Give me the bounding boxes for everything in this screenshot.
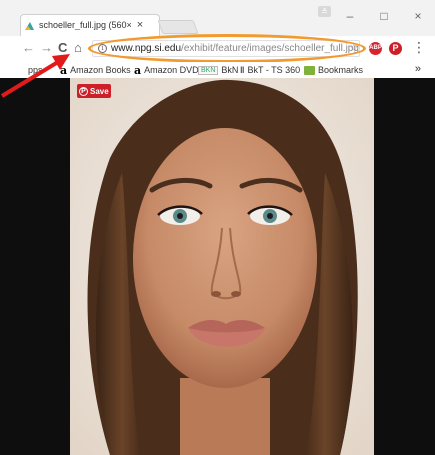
minimize-button[interactable]: –: [333, 9, 367, 23]
apps-label: pps: [28, 65, 43, 75]
profile-icon[interactable]: ≛: [318, 6, 331, 17]
bookmark-bkn[interactable]: BKN BkN: [198, 62, 238, 78]
window-controls: – □ ×: [333, 0, 435, 32]
tab-close-icon[interactable]: ×: [135, 20, 145, 31]
more-bookmarks-icon[interactable]: »: [415, 63, 421, 75]
url-path: /exhibit/feature/images/schoeller_full.j…: [181, 43, 359, 54]
bookmark-amazon-books[interactable]: a Amazon Books: [60, 62, 131, 78]
tab-title: schoeller_full.jpg (560×7: [39, 20, 131, 30]
back-icon[interactable]: ←: [22, 40, 35, 56]
amazon-icon: a: [60, 63, 68, 77]
home-icon[interactable]: ⌂: [74, 40, 82, 56]
bookmark-amazon-dvd[interactable]: a Amazon DVD: [134, 62, 199, 78]
save-label: Save: [90, 86, 109, 96]
bookmark-label: Amazon DVD: [144, 65, 199, 75]
portrait-image[interactable]: [70, 78, 374, 455]
pinterest-icon[interactable]: P: [389, 42, 402, 55]
folder-icon: [304, 65, 315, 75]
bkt-icon: ‖: [240, 65, 245, 75]
address-bar[interactable]: i www.npg.si.edu/exhibit/feature/images/…: [92, 40, 360, 57]
info-icon[interactable]: i: [98, 44, 107, 53]
pinterest-save-icon: P: [79, 86, 88, 96]
reload-icon[interactable]: C: [58, 40, 67, 56]
abp-icon[interactable]: ABP: [369, 42, 382, 55]
menu-icon[interactable]: ⋮: [412, 39, 426, 56]
bookmarks-bar: pps a Amazon Books a Amazon DVD BKN BkN …: [0, 62, 435, 78]
browser-tab-content[interactable]: schoeller_full.jpg (560×7 ×: [24, 16, 154, 34]
apps-shortcut[interactable]: pps: [28, 62, 43, 78]
url-host: www.npg.si.edu: [111, 43, 182, 54]
image-favicon-icon: [24, 20, 35, 31]
bookmark-label: Bookmarks: [318, 65, 364, 75]
close-window-button[interactable]: ×: [401, 9, 435, 23]
bookmark-label: Amazon Books: [70, 65, 131, 75]
bookmark-star-icon[interactable]: ☆: [349, 41, 359, 54]
bookmark-label: BkN: [221, 65, 239, 75]
bookmark-bkt[interactable]: ‖ BkT - TS 360: [240, 62, 300, 78]
forward-icon[interactable]: →: [40, 40, 53, 56]
bookmark-label: BkT - TS 360: [247, 65, 301, 75]
bkn-icon: BKN: [198, 65, 219, 75]
new-tab-button[interactable]: [157, 20, 199, 34]
pinterest-save-button[interactable]: P Save: [77, 84, 111, 98]
bookmark-folder[interactable]: Bookmarks: [304, 62, 363, 78]
maximize-button[interactable]: □: [367, 9, 401, 23]
amazon-icon: a: [134, 63, 142, 77]
